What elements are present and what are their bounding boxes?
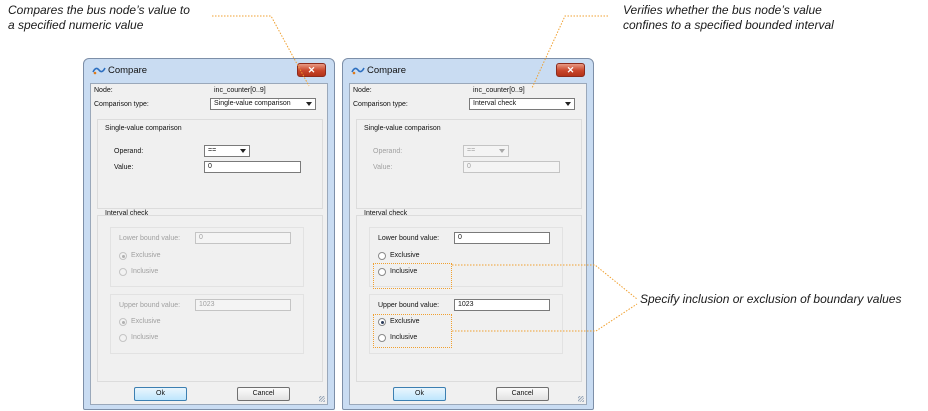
leader-right (531, 15, 608, 89)
leader-left (212, 15, 310, 87)
leader-boundary-lower (452, 264, 638, 300)
annotation-leaders (212, 15, 638, 332)
leader-boundary-upper (452, 303, 638, 332)
